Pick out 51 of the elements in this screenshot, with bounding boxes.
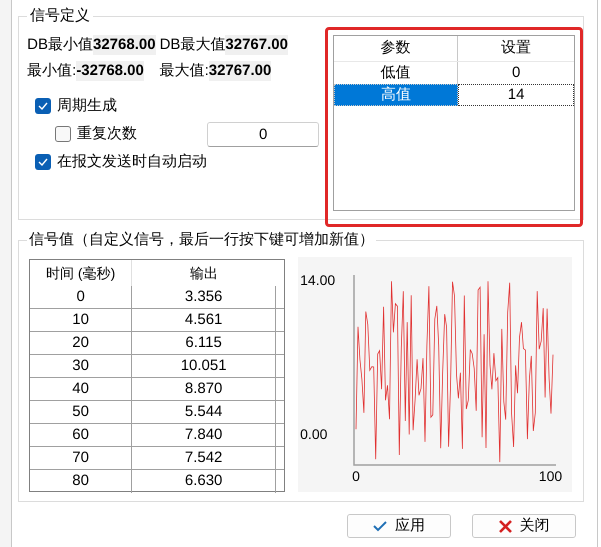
table-cell: 7.542 — [132, 447, 276, 469]
checkbox[interactable] — [35, 98, 52, 114]
table-cell: 80 — [30, 470, 132, 493]
table-cell: 60 — [30, 424, 132, 446]
table-cell[interactable]: 0 — [458, 62, 574, 84]
axis-label: 0.00 — [300, 425, 328, 443]
axis-label: 100 — [538, 467, 562, 485]
close-button[interactable]: 关闭 — [472, 514, 576, 538]
checkmark-icon — [38, 158, 48, 166]
value-readout: 32767.00 — [225, 35, 288, 55]
checkbox-label[interactable]: 周期生成 — [57, 96, 118, 116]
axis-label: 14.00 — [300, 271, 336, 289]
checkbox[interactable] — [35, 154, 52, 170]
table-cell: 30 — [30, 355, 132, 377]
input-field[interactable]: 0 — [207, 122, 320, 146]
table-cell: 20 — [30, 332, 132, 354]
table-cell: 70 — [30, 447, 132, 469]
table-cell: 8.870 — [132, 378, 276, 400]
table-cell: 5.544 — [132, 401, 276, 423]
checkbox[interactable] — [55, 126, 72, 142]
checkbox-label[interactable]: 在报文发送时自动启动 — [57, 152, 208, 172]
column-header[interactable]: 设置 — [458, 36, 574, 61]
table-cell: 0 — [30, 286, 132, 308]
column-header[interactable]: 输出 — [132, 260, 276, 286]
value-readout: 32768.00 — [92, 35, 156, 55]
column-header[interactable]: 参数 — [334, 36, 458, 61]
field-label: 最小值: — [27, 61, 76, 81]
field-label: 最大值: — [160, 61, 209, 81]
table-cell: 40 — [30, 378, 132, 400]
table-cell[interactable]: 14 — [458, 84, 574, 106]
table-cell: 4.561 — [132, 309, 276, 331]
table-cell: 7.840 — [132, 424, 276, 446]
table-cell[interactable]: 高值 — [334, 84, 458, 106]
table-cell: 6.630 — [132, 470, 276, 493]
group-title: 信号值（自定义信号，最后一行按下键可增加新值） — [27, 230, 376, 250]
checkbox-label[interactable]: 重复次数 — [77, 124, 138, 144]
table-cell: 3.356 — [132, 286, 276, 308]
close-icon — [498, 520, 512, 532]
table-cell: 10 — [30, 309, 132, 331]
axis-label: 0 — [352, 467, 360, 485]
check-icon — [373, 520, 388, 532]
field-label: DB最小值 — [27, 35, 93, 55]
value-readout: 32767.00 — [208, 61, 272, 81]
table-cell: 50 — [30, 401, 132, 423]
table-cell: 10.051 — [132, 355, 276, 377]
checkmark-icon — [38, 102, 48, 110]
column-header[interactable]: 时间 (毫秒) — [30, 260, 132, 286]
table-cell: 6.115 — [132, 332, 276, 354]
apply-button[interactable]: 应用 — [347, 514, 452, 538]
value-readout: -32768.00 — [76, 61, 144, 81]
field-label: DB最大值 — [160, 35, 226, 55]
